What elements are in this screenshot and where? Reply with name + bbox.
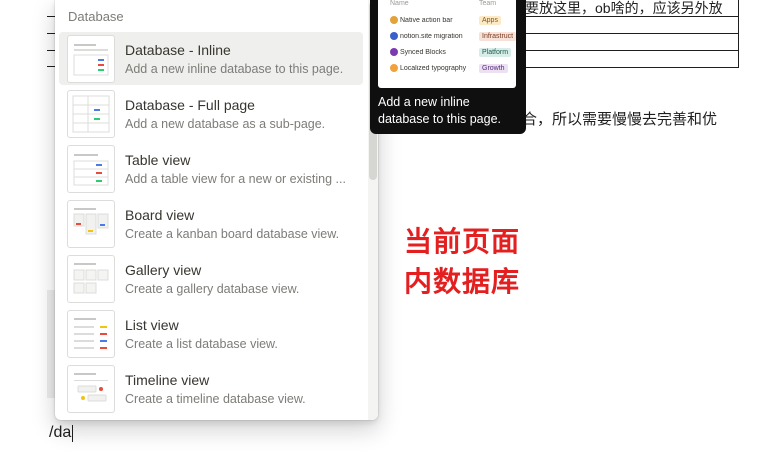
menu-item-database-inline[interactable]: Database - Inline Add a new inline datab…: [59, 32, 363, 85]
menu-item-description: Create a kanban board database view.: [125, 226, 340, 241]
gallery-view-icon: [67, 254, 115, 303]
preview-row-tag: Infrastruct: [479, 31, 516, 41]
preview-row: notion.site migration Infrastruct: [378, 28, 516, 44]
timeline-view-icon: [67, 364, 115, 413]
menu-item-title: Gallery view: [125, 261, 202, 278]
menu-item-database-full-page[interactable]: Database - Full page Add a new database …: [59, 87, 363, 140]
preview-row: Localized typography Growth: [378, 60, 516, 76]
slash-command-text: /da: [49, 424, 72, 441]
preview-header-team: Team: [479, 0, 497, 7]
background-table: 要放这里，ob啥的，应该另外放: [522, 0, 739, 68]
red-annotation: 当前页面 内数据库: [404, 222, 520, 302]
row-emoji-icon: [390, 64, 398, 72]
preview-row-name: Synced Blocks: [400, 48, 446, 56]
background-left-edge: [47, 0, 55, 400]
row-emoji-icon: [390, 48, 398, 56]
board-view-icon: [67, 199, 115, 248]
menu-item-title: Board view: [125, 206, 195, 223]
menu-item-title: Database - Full page: [125, 96, 255, 113]
preview-row-tag: Growth: [479, 63, 508, 73]
table-view-icon: [67, 144, 115, 193]
table-cell: [523, 17, 738, 34]
menu-item-list-view[interactable]: List view Create a list database view.: [59, 307, 363, 360]
preview-row-tag: Platform: [479, 47, 512, 57]
preview-row: Native action bar Apps: [378, 12, 516, 28]
row-emoji-icon: [390, 32, 398, 40]
menu-item-table-view[interactable]: Table view Add a table view for a new or…: [59, 142, 363, 195]
preview-header: Name Team: [378, 0, 516, 10]
preview-row-tag: Apps: [479, 15, 501, 25]
table-cell: [523, 51, 738, 68]
preview-row-name: Localized typography: [400, 64, 467, 72]
row-emoji-icon: [390, 16, 398, 24]
database-full-page-icon: [67, 89, 115, 138]
menu-item-title: Timeline view: [125, 371, 210, 388]
menu-item-description: Create a timeline database view.: [125, 391, 306, 406]
menu-section-label: Database: [68, 9, 124, 24]
background-paragraph: 合，所以需要慢慢去完善和优: [522, 111, 718, 128]
menu-item-title: Table view: [125, 151, 191, 168]
preview-row-name: notion.site migration: [400, 32, 463, 40]
preview-row-name: Native action bar: [400, 16, 453, 24]
menu-item-description: Create a list database view.: [125, 336, 278, 351]
slash-command-input[interactable]: /da: [49, 424, 74, 442]
menu-item-description: Add a new database as a sub-page.: [125, 116, 326, 131]
annotation-line-1: 当前页面: [404, 225, 521, 258]
table-cell: 要放这里，ob啥的，应该另外放: [523, 0, 738, 17]
table-cell: [523, 34, 738, 51]
menu-item-description: Create a gallery database view.: [125, 281, 300, 296]
preview-database-card: Name Team Native action bar Apps notion.…: [378, 0, 516, 88]
list-view-icon: [67, 309, 115, 358]
menu-item-title: Database - Inline: [125, 41, 231, 58]
menu-item-board-view[interactable]: Board view Create a kanban board databas…: [59, 197, 363, 250]
menu-item-timeline-view[interactable]: Timeline view Create a timeline database…: [59, 362, 363, 415]
text-caret: [72, 424, 74, 442]
slash-command-menu: Database Database - Inline Add a new inl…: [55, 0, 378, 420]
database-inline-icon: [67, 34, 115, 83]
menu-item-title: List view: [125, 316, 179, 333]
annotation-line-2: 内数据库: [404, 265, 521, 298]
menu-item-description: Add a table view for a new or existing .…: [125, 171, 346, 186]
item-preview-tooltip: Name Team Native action bar Apps notion.…: [370, 0, 526, 134]
preview-caption: Add a new inline database to this page.: [378, 95, 502, 126]
menu-item-gallery-view[interactable]: Gallery view Create a gallery database v…: [59, 252, 363, 305]
menu-item-description: Add a new inline database to this page.: [125, 61, 344, 76]
preview-header-name: Name: [390, 0, 409, 7]
preview-row: Synced Blocks Platform: [378, 44, 516, 60]
